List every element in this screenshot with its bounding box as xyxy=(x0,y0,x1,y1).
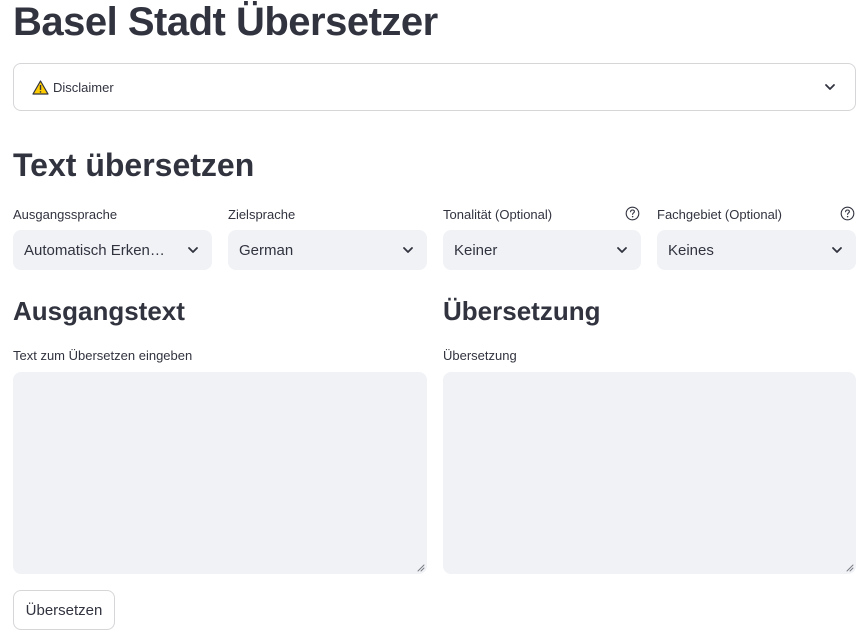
help-icon[interactable] xyxy=(840,206,855,221)
domain-value: Keines xyxy=(668,241,714,259)
source-text-label: Text zum Übersetzen eingeben xyxy=(13,348,193,363)
tone-select[interactable]: Keiner xyxy=(443,230,641,270)
target-heading: Übersetzung xyxy=(443,296,601,326)
resize-handle-icon[interactable] xyxy=(417,564,425,572)
target-text-label: Übersetzung xyxy=(443,348,517,363)
warning-icon xyxy=(32,79,49,95)
chevron-down-icon xyxy=(832,247,842,253)
section-title: Text übersetzen xyxy=(13,147,255,183)
target-language-value: German xyxy=(239,241,294,259)
source-text-input[interactable] xyxy=(13,372,427,574)
chevron-down-icon xyxy=(617,247,627,253)
tone-label: Tonalität (Optional) xyxy=(443,207,553,222)
disclaimer-label: Disclaimer xyxy=(53,79,114,95)
help-icon[interactable] xyxy=(625,206,640,221)
resize-handle-icon[interactable] xyxy=(846,564,854,572)
source-language-select[interactable]: Automatisch Erken… xyxy=(13,230,212,270)
source-language-label: Ausgangssprache xyxy=(13,207,118,222)
disclaimer-expander[interactable]: Disclaimer xyxy=(13,63,856,111)
translate-button[interactable]: Übersetzen xyxy=(13,590,115,630)
chevron-down-icon xyxy=(403,247,413,253)
domain-label: Fachgebiet (Optional) xyxy=(657,207,783,222)
source-language-value: Automatisch Erken… xyxy=(24,241,165,259)
domain-select[interactable]: Keines xyxy=(657,230,856,270)
target-text-output[interactable] xyxy=(443,372,856,574)
source-heading: Ausgangstext xyxy=(13,296,185,326)
target-language-select[interactable]: German xyxy=(228,230,427,270)
chevron-down-icon[interactable] xyxy=(823,80,837,94)
target-language-label: Zielsprache xyxy=(228,207,296,222)
tone-value: Keiner xyxy=(454,241,498,259)
page-title: Basel Stadt Übersetzer xyxy=(13,0,438,44)
chevron-down-icon xyxy=(188,247,198,253)
